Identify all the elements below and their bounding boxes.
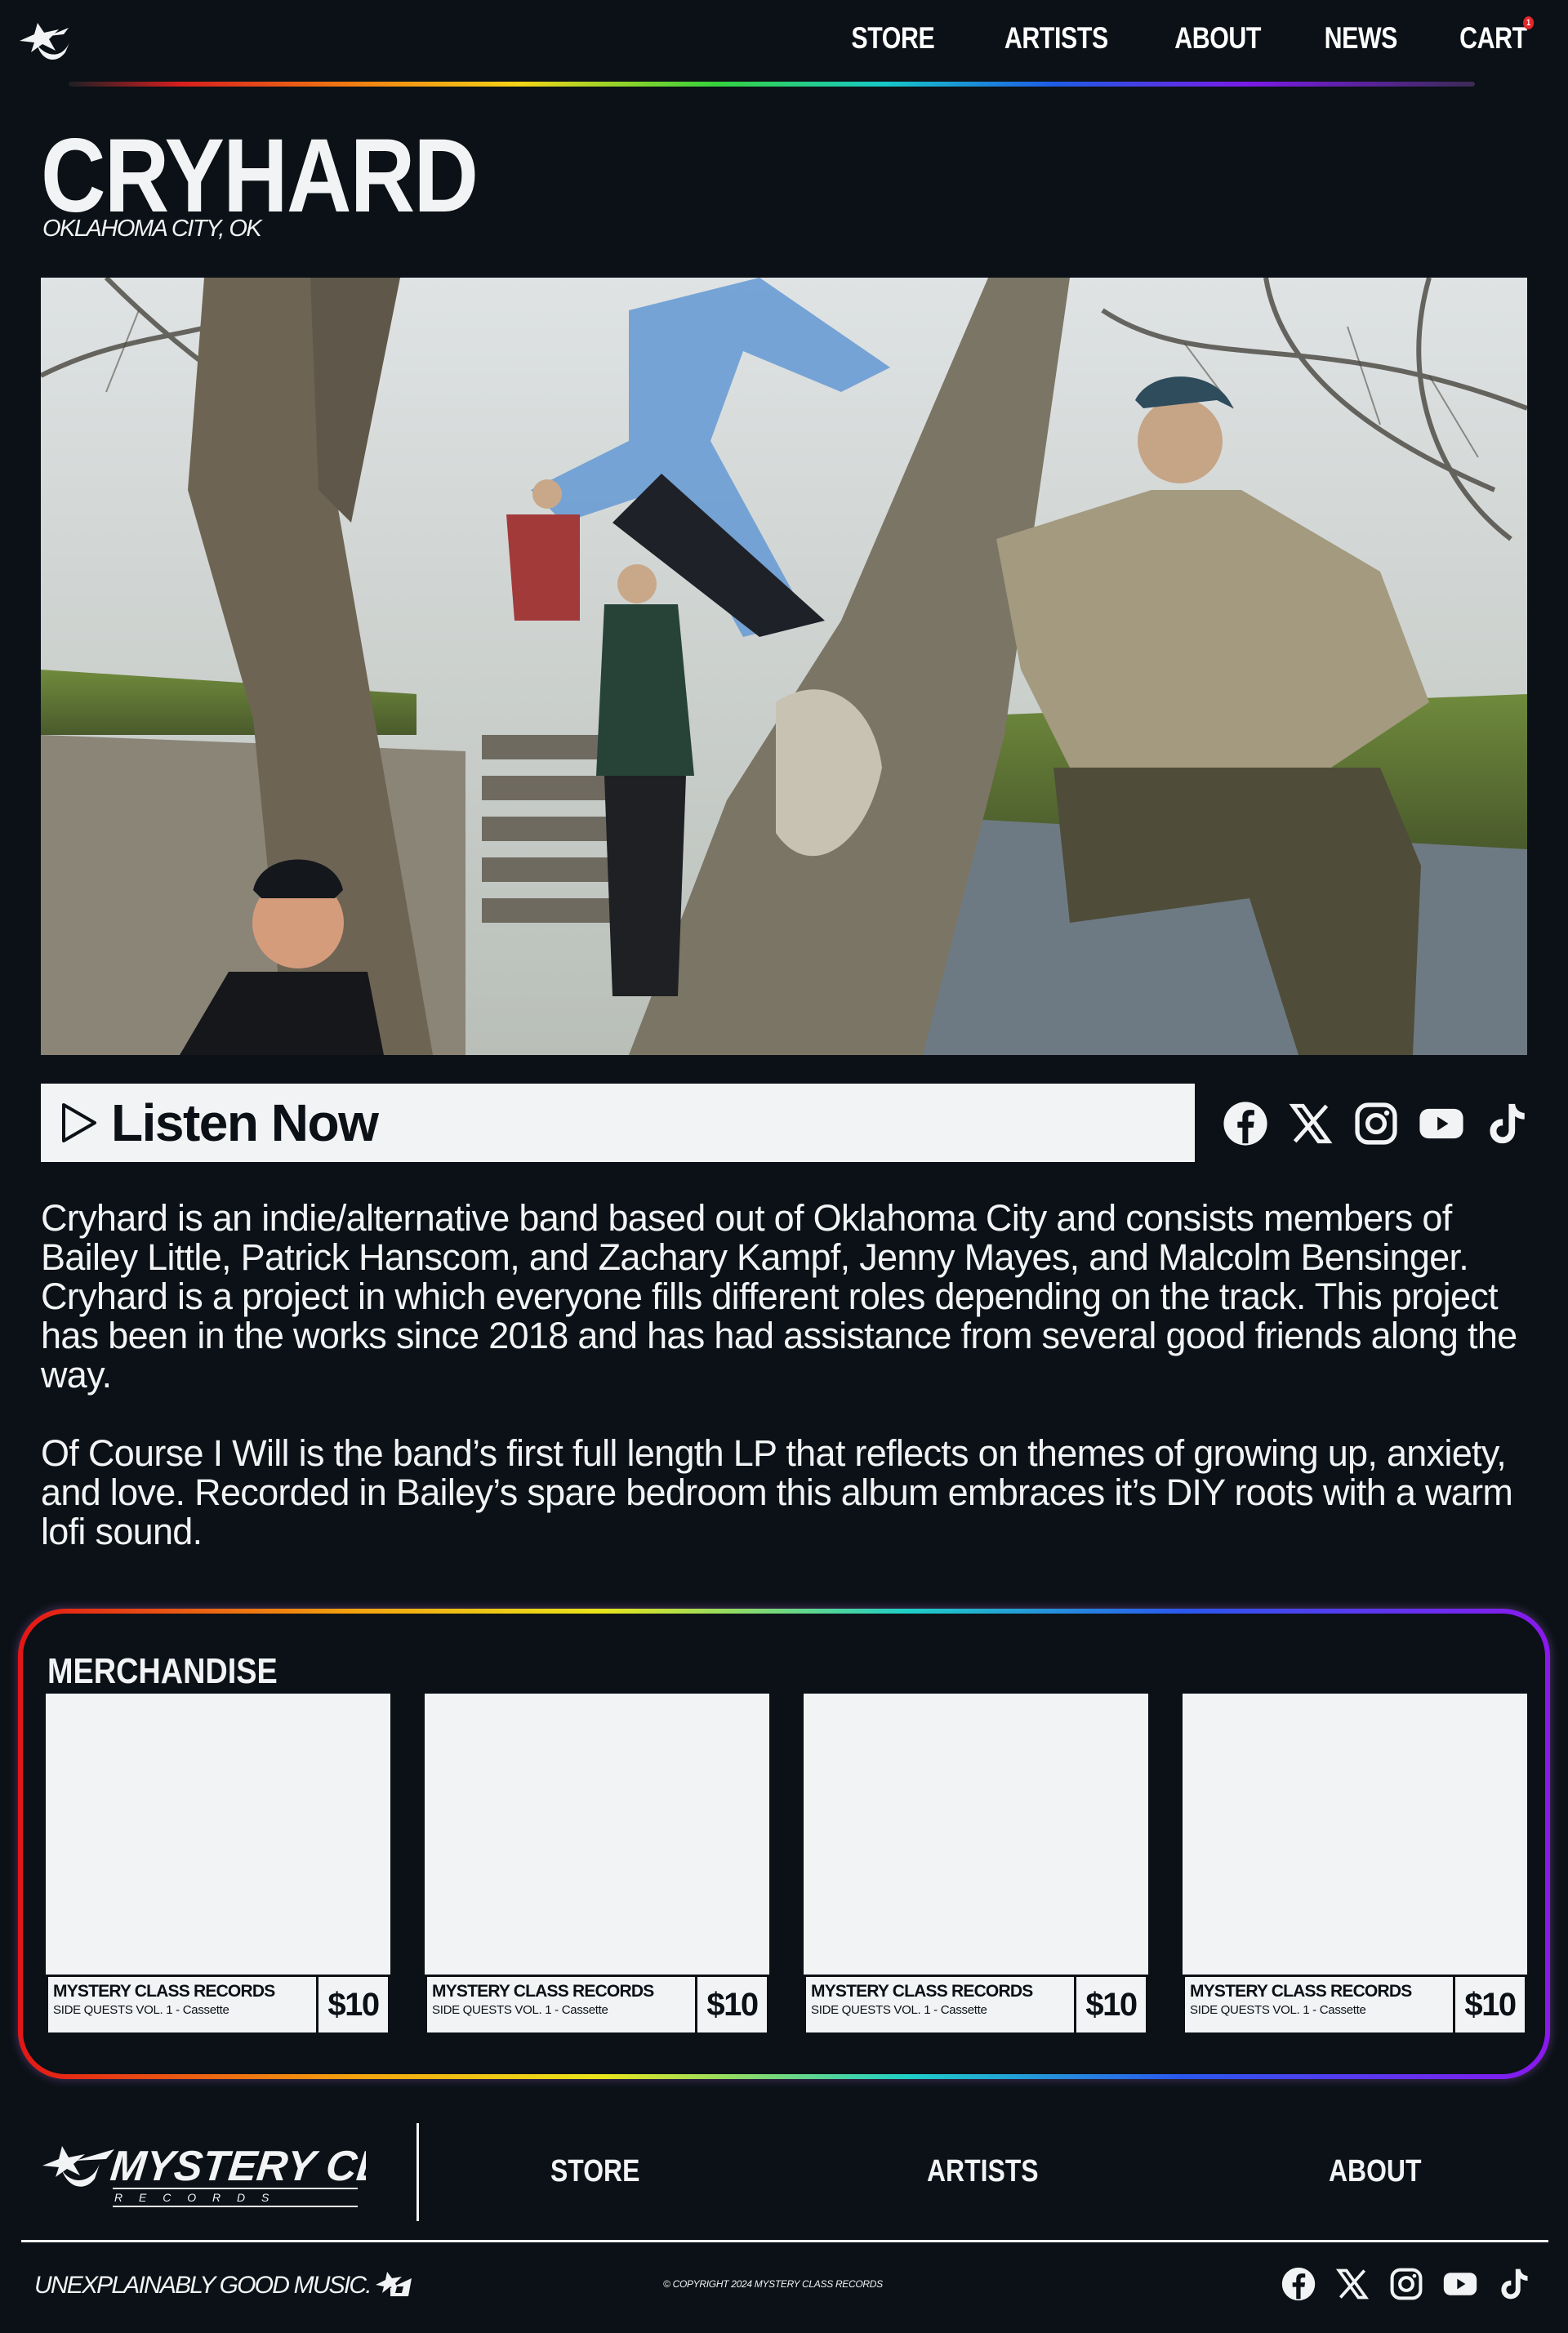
cart-count-badge: 1	[1523, 16, 1535, 29]
merch-price: $10	[1453, 1977, 1525, 2032]
logo-text: MYSTERY CLASS	[108, 2143, 366, 2190]
main-nav: STORE ARTISTS ABOUT NEWS CART 1	[833, 16, 1535, 56]
logo-subtext: R E C O R D S	[114, 2191, 275, 2204]
footer-social-links	[1281, 2266, 1532, 2302]
merch-brand: MYSTERY CLASS RECORDS	[53, 1982, 275, 2001]
merch-image	[46, 1694, 390, 1975]
footer-nav-store[interactable]: STORE	[550, 2154, 639, 2189]
bio-paragraph: Of Course I Will is the band’s first ful…	[41, 1432, 1513, 1552]
merch-brand: MYSTERY CLASS RECORDS	[432, 1982, 654, 2001]
tiktok-icon[interactable]	[1496, 2266, 1532, 2302]
merch-text: MYSTERY CLASS RECORDS SIDE QUESTS VOL. 1…	[48, 1977, 316, 2032]
merch-image	[1183, 1694, 1527, 1975]
instagram-icon[interactable]	[1352, 1100, 1400, 1147]
merchandise-grid: MYSTERY CLASS RECORDS SIDE QUESTS VOL. 1…	[46, 1694, 1527, 2035]
merch-image	[804, 1694, 1148, 1975]
footer-divider	[416, 2123, 419, 2221]
artist-bio: Cryhard is an indie/alternative band bas…	[41, 1199, 1535, 1591]
band-photo	[41, 278, 1527, 1055]
listen-now-button[interactable]: Listen Now	[41, 1084, 1195, 1162]
merch-card[interactable]: MYSTERY CLASS RECORDS SIDE QUESTS VOL. 1…	[46, 1694, 390, 2035]
merch-product: SIDE QUESTS VOL. 1 - Cassette	[53, 2003, 229, 2017]
facebook-icon[interactable]	[1222, 1100, 1269, 1147]
social-links	[1222, 1100, 1530, 1147]
merch-brand: MYSTERY CLASS RECORDS	[1190, 1982, 1412, 2001]
merch-product: SIDE QUESTS VOL. 1 - Cassette	[811, 2003, 987, 2017]
merch-info: MYSTERY CLASS RECORDS SIDE QUESTS VOL. 1…	[425, 1975, 769, 2035]
mystery-class-records-logo[interactable]: MYSTERY CLASS R E C O R D S	[39, 2131, 366, 2213]
merchandise-panel: MERCHANDISE MYSTERY CLASS RECORDS SIDE Q…	[23, 1614, 1545, 2074]
merch-product: SIDE QUESTS VOL. 1 - Cassette	[1190, 2003, 1366, 2017]
play-icon	[62, 1103, 96, 1142]
merch-card[interactable]: MYSTERY CLASS RECORDS SIDE QUESTS VOL. 1…	[425, 1694, 769, 2035]
merch-card[interactable]: MYSTERY CLASS RECORDS SIDE QUESTS VOL. 1…	[804, 1694, 1148, 2035]
merch-price: $10	[316, 1977, 388, 2032]
youtube-icon[interactable]	[1442, 2266, 1478, 2302]
footer-nav-artists[interactable]: ARTISTS	[927, 2154, 1039, 2189]
merch-info: MYSTERY CLASS RECORDS SIDE QUESTS VOL. 1…	[804, 1975, 1148, 2035]
merch-text: MYSTERY CLASS RECORDS SIDE QUESTS VOL. 1…	[806, 1977, 1074, 2032]
instagram-icon[interactable]	[1388, 2266, 1424, 2302]
merch-info: MYSTERY CLASS RECORDS SIDE QUESTS VOL. 1…	[1183, 1975, 1527, 2035]
footer-rule	[21, 2240, 1548, 2242]
star-swoosh-logo-icon[interactable]	[16, 16, 74, 65]
footer-tagline: UNEXPLAINABLY GOOD MUSIC.	[34, 2272, 372, 2299]
merchandise-section: MERCHANDISE MYSTERY CLASS RECORDS SIDE Q…	[18, 1609, 1550, 2079]
merch-text: MYSTERY CLASS RECORDS SIDE QUESTS VOL. 1…	[427, 1977, 695, 2032]
merch-price: $10	[695, 1977, 767, 2032]
nav-about[interactable]: ABOUT	[1174, 21, 1261, 56]
x-icon[interactable]	[1287, 1100, 1334, 1147]
merch-product: SIDE QUESTS VOL. 1 - Cassette	[432, 2003, 608, 2017]
merch-price: $10	[1074, 1977, 1146, 2032]
merchandise-title: MERCHANDISE	[47, 1651, 278, 1691]
artist-name: CRYHARD	[41, 118, 479, 234]
bio-paragraph: Cryhard is an indie/alternative band bas…	[41, 1197, 1517, 1396]
tiktok-icon[interactable]	[1483, 1100, 1530, 1147]
artist-location: OKLAHOMA CITY, OK	[42, 216, 262, 242]
merch-image	[425, 1694, 769, 1975]
nav-artists[interactable]: ARTISTS	[1004, 21, 1108, 56]
merch-card[interactable]: MYSTERY CLASS RECORDS SIDE QUESTS VOL. 1…	[1183, 1694, 1527, 2035]
footer-nav-about[interactable]: ABOUT	[1329, 2154, 1421, 2189]
nav-news[interactable]: NEWS	[1325, 21, 1398, 56]
x-icon[interactable]	[1334, 2266, 1370, 2302]
facebook-icon[interactable]	[1281, 2266, 1316, 2302]
youtube-icon[interactable]	[1418, 1100, 1465, 1147]
copyright: © COPYRIGHT 2024 MYSTERY CLASS RECORDS	[663, 2278, 883, 2290]
nav-cart[interactable]: CART 1	[1459, 16, 1535, 56]
listen-now-label: Listen Now	[111, 1093, 379, 1152]
merch-text: MYSTERY CLASS RECORDS SIDE QUESTS VOL. 1…	[1185, 1977, 1453, 2032]
merch-brand: MYSTERY CLASS RECORDS	[811, 1982, 1033, 2001]
mc-monogram-icon	[376, 2272, 412, 2296]
rainbow-divider	[69, 82, 1475, 87]
nav-store[interactable]: STORE	[851, 21, 934, 56]
merch-info: MYSTERY CLASS RECORDS SIDE QUESTS VOL. 1…	[46, 1975, 390, 2035]
cart-label: CART	[1459, 21, 1527, 55]
site-header: STORE ARTISTS ABOUT NEWS CART 1	[0, 0, 1568, 90]
